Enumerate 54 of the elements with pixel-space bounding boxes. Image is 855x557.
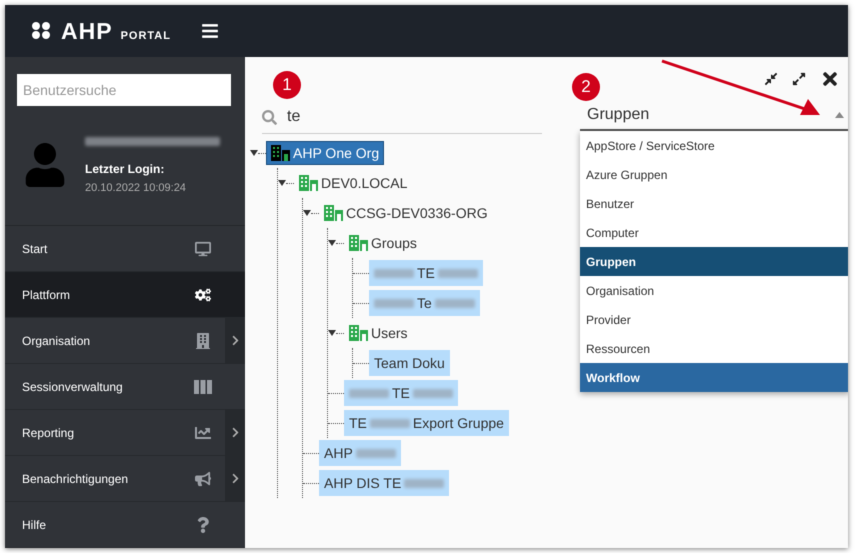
nav-item[interactable]: Plattform <box>5 272 245 318</box>
tree-node[interactable]: Team Doku <box>369 350 450 376</box>
search-icon <box>262 110 277 124</box>
building-icon <box>349 325 368 341</box>
expand-icon[interactable] <box>792 72 806 86</box>
building-icon <box>195 332 211 348</box>
close-icon[interactable] <box>820 69 840 89</box>
building-icon <box>324 205 343 221</box>
tree-node[interactable]: Te <box>369 290 480 316</box>
login-label: Letzter Login: <box>85 162 166 176</box>
nav-item[interactable]: Benachrichtigungen <box>5 456 245 502</box>
collapse-icon[interactable] <box>764 72 778 86</box>
expand-toggle-icon[interactable] <box>328 329 336 337</box>
login-time: 20.10.2022 10:09:24 <box>85 182 187 194</box>
building-icon <box>349 235 368 251</box>
dropdown-option[interactable]: AppStore / ServiceStore <box>580 131 848 160</box>
tree-node[interactable]: Groups <box>344 231 422 255</box>
tree-node[interactable]: TE <box>369 260 483 286</box>
megaphone-icon <box>195 470 211 486</box>
tree-node[interactable]: CCSG-DEV0336-ORG <box>319 201 493 225</box>
search-field[interactable]: te <box>285 107 489 127</box>
tree-node[interactable]: AHP One Org <box>266 141 384 165</box>
menu-icon[interactable] <box>200 22 219 40</box>
chevron-icon[interactable] <box>230 427 240 438</box>
columns-icon <box>194 380 212 394</box>
nav-item[interactable]: Reporting <box>5 410 245 456</box>
logo-subtitle: PORTAL <box>120 30 171 42</box>
step-marker: 2 <box>572 73 600 101</box>
nav-item[interactable]: Organisation <box>5 318 245 364</box>
caret-icon <box>835 112 844 118</box>
expand-toggle-icon[interactable] <box>303 209 311 217</box>
expand-toggle-icon[interactable] <box>328 239 336 247</box>
tree-node[interactable]: AHP <box>319 440 401 466</box>
building-icon <box>271 145 290 161</box>
chevron-icon[interactable] <box>230 473 240 484</box>
expand-toggle-icon[interactable] <box>250 149 258 157</box>
dropdown-option[interactable]: Workflow <box>580 363 848 392</box>
tree-node[interactable]: AHP DIS TE <box>319 470 450 496</box>
dropdown-option[interactable]: Gruppen <box>580 247 848 276</box>
avatar-icon <box>23 143 67 188</box>
tree-node[interactable]: TE Export Gruppe <box>344 410 509 436</box>
tree-node[interactable]: Users <box>344 321 413 345</box>
chart-icon <box>195 424 211 440</box>
step-marker: 1 <box>273 71 301 99</box>
monitor-icon <box>195 240 211 256</box>
tree-node[interactable]: DEV0.LOCAL <box>294 171 412 195</box>
user-search-field[interactable]: Benutzersuche <box>17 74 231 106</box>
chevron-icon[interactable] <box>230 335 240 346</box>
gears-icon <box>195 286 211 302</box>
building-icon <box>299 175 318 191</box>
expand-toggle-icon[interactable] <box>278 179 286 187</box>
logo-text: AHP <box>61 18 113 44</box>
question-icon <box>195 516 211 532</box>
tree-node[interactable]: TE <box>344 380 458 406</box>
